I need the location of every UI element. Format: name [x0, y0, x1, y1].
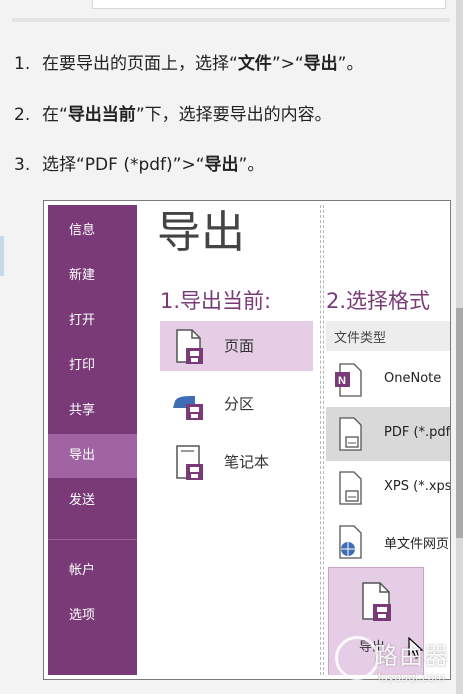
onenote-screenshot: 信息 新建 打开 打印 共享 导出 发送 帐户 选项 导出 1.导出当前: 页面 [43, 200, 451, 680]
step-text: ”>“ [271, 54, 304, 74]
column-divider [320, 205, 321, 675]
sidebar-item-export[interactable]: 导出 [48, 434, 137, 478]
option-label: 分区 [224, 395, 255, 413]
backstage-sidebar: 信息 新建 打开 打印 共享 导出 发送 帐户 选项 [48, 205, 137, 675]
file-type-onenote[interactable]: N OneNote [326, 353, 450, 407]
step-3: 3. 选择“PDF (*pdf)”>“导出”。 [14, 153, 264, 177]
sidebar-item-print[interactable]: 打印 [48, 344, 137, 388]
step-bold: 文件 [237, 54, 272, 74]
step-bold: 导出当前 [67, 105, 136, 125]
option-label: 笔记本 [224, 453, 270, 471]
section-divider [12, 18, 450, 22]
step-text: 在要导出的页面上，选择“ [42, 54, 238, 74]
sidebar-item-info[interactable]: 信息 [48, 209, 137, 253]
file-type-label: PDF (*.pdf) [384, 425, 450, 440]
notebook-icon [176, 445, 203, 480]
onenote-file-icon: N [335, 363, 362, 397]
sidebar-item-send[interactable]: 发送 [48, 479, 137, 523]
file-type-label: OneNote [384, 371, 442, 386]
file-type-pdf[interactable]: PDF (*.pdf) [326, 407, 450, 461]
export-file-icon [362, 582, 391, 621]
watermark: 路由器 luyouqi.com [374, 636, 449, 684]
option-page[interactable]: 页面 [160, 321, 313, 371]
step-number: 2. [14, 105, 31, 125]
file-type-header: 文件类型 [326, 321, 450, 351]
sidebar-item-options[interactable]: 选项 [48, 594, 137, 638]
section-icon [173, 396, 203, 420]
left-edge-accent [0, 236, 4, 276]
column-divider [323, 205, 324, 675]
format-column: 2.选择格式 文件类型 N OneNote PDF (*.pdf) XPS (*… [326, 205, 450, 675]
sidebar-item-share[interactable]: 共享 [48, 389, 137, 433]
file-type-single-web-page[interactable]: 单文件网页 [326, 515, 450, 569]
watermark-logo-icon [335, 636, 379, 680]
step-text: ”。 [238, 155, 265, 175]
step-text: ”。 [337, 54, 364, 74]
sidebar-separator [48, 539, 137, 540]
file-type-label: XPS (*.xps) [384, 479, 450, 494]
page-file-icon [176, 329, 203, 364]
pdf-file-icon [339, 417, 362, 451]
step-bold: 导出 [204, 155, 239, 175]
step-bold: 导出 [303, 54, 338, 74]
step-1: 1. 在要导出的页面上，选择“文件”>“导出”。 [14, 52, 363, 76]
step-text: 在“ [42, 105, 68, 125]
sidebar-item-account[interactable]: 帐户 [48, 549, 137, 593]
scrollbar-thumb[interactable] [456, 308, 463, 538]
option-label: 页面 [224, 337, 255, 355]
svg-text:N: N [338, 375, 346, 387]
previous-image-frame [92, 0, 446, 9]
watermark-title: 路由器 [374, 642, 449, 670]
sidebar-item-new[interactable]: 新建 [48, 254, 137, 298]
sidebar-item-open[interactable]: 打开 [48, 299, 137, 343]
xps-file-icon [339, 471, 362, 505]
option-notebook[interactable]: 笔记本 [160, 437, 313, 487]
file-type-label: 单文件网页 [384, 537, 450, 552]
file-type-header-label: 文件类型 [334, 331, 387, 346]
step-2: 2. 在“导出当前”下，选择要导出的内容。 [14, 103, 332, 127]
watermark-url: luyouqi.com [377, 671, 446, 684]
file-type-xps[interactable]: XPS (*.xps) [326, 461, 450, 515]
step-number: 3. [14, 155, 31, 175]
web-page-file-icon [339, 525, 362, 559]
step-text: 选择“PDF (*pdf)”>“ [42, 155, 205, 175]
export-current-heading: 1.导出当前: [160, 289, 272, 313]
step-number: 1. [14, 54, 31, 74]
option-section[interactable]: 分区 [160, 379, 313, 429]
format-heading: 2.选择格式 [326, 289, 431, 313]
step-text: ”下，选择要导出的内容。 [135, 105, 332, 125]
page-title: 导出 [157, 207, 245, 258]
export-current-column: 导出 1.导出当前: 页面 分区 笔记本 [137, 205, 317, 675]
